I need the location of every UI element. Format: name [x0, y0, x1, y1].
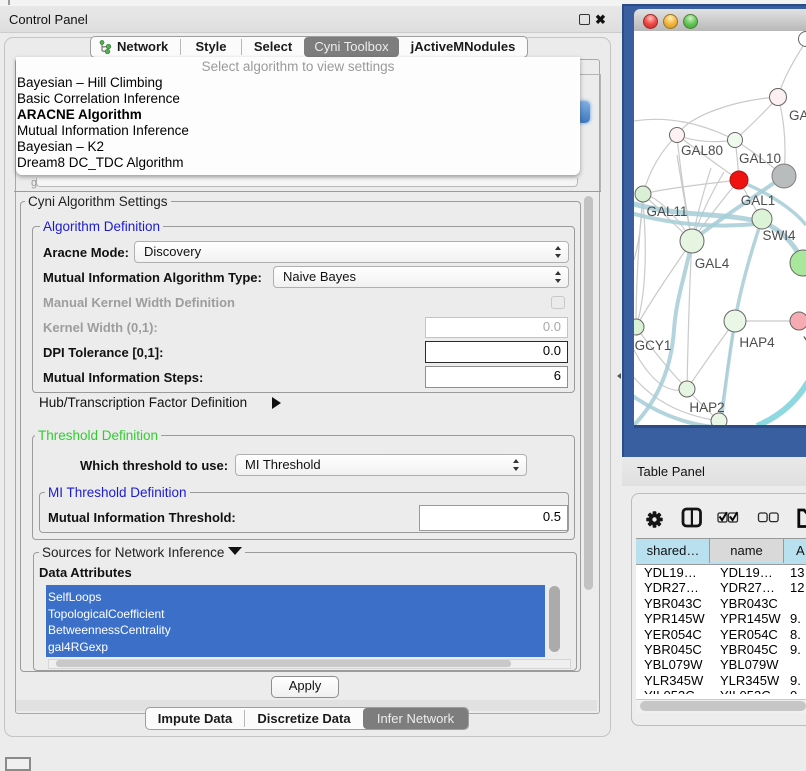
svg-text:HAP2: HAP2: [689, 400, 724, 415]
svg-text:GAL11: GAL11: [646, 204, 687, 219]
svg-text:GAL: GAL: [789, 108, 806, 123]
svg-text:GAL80: GAL80: [681, 143, 723, 158]
svg-text:GCY1: GCY1: [635, 338, 672, 353]
svg-text:SWI4: SWI4: [762, 228, 795, 243]
svg-text:GAL4: GAL4: [695, 256, 730, 271]
svg-text:GAL10: GAL10: [739, 151, 781, 166]
svg-text:GAL1: GAL1: [741, 193, 776, 208]
svg-text:HAP4: HAP4: [739, 335, 775, 350]
